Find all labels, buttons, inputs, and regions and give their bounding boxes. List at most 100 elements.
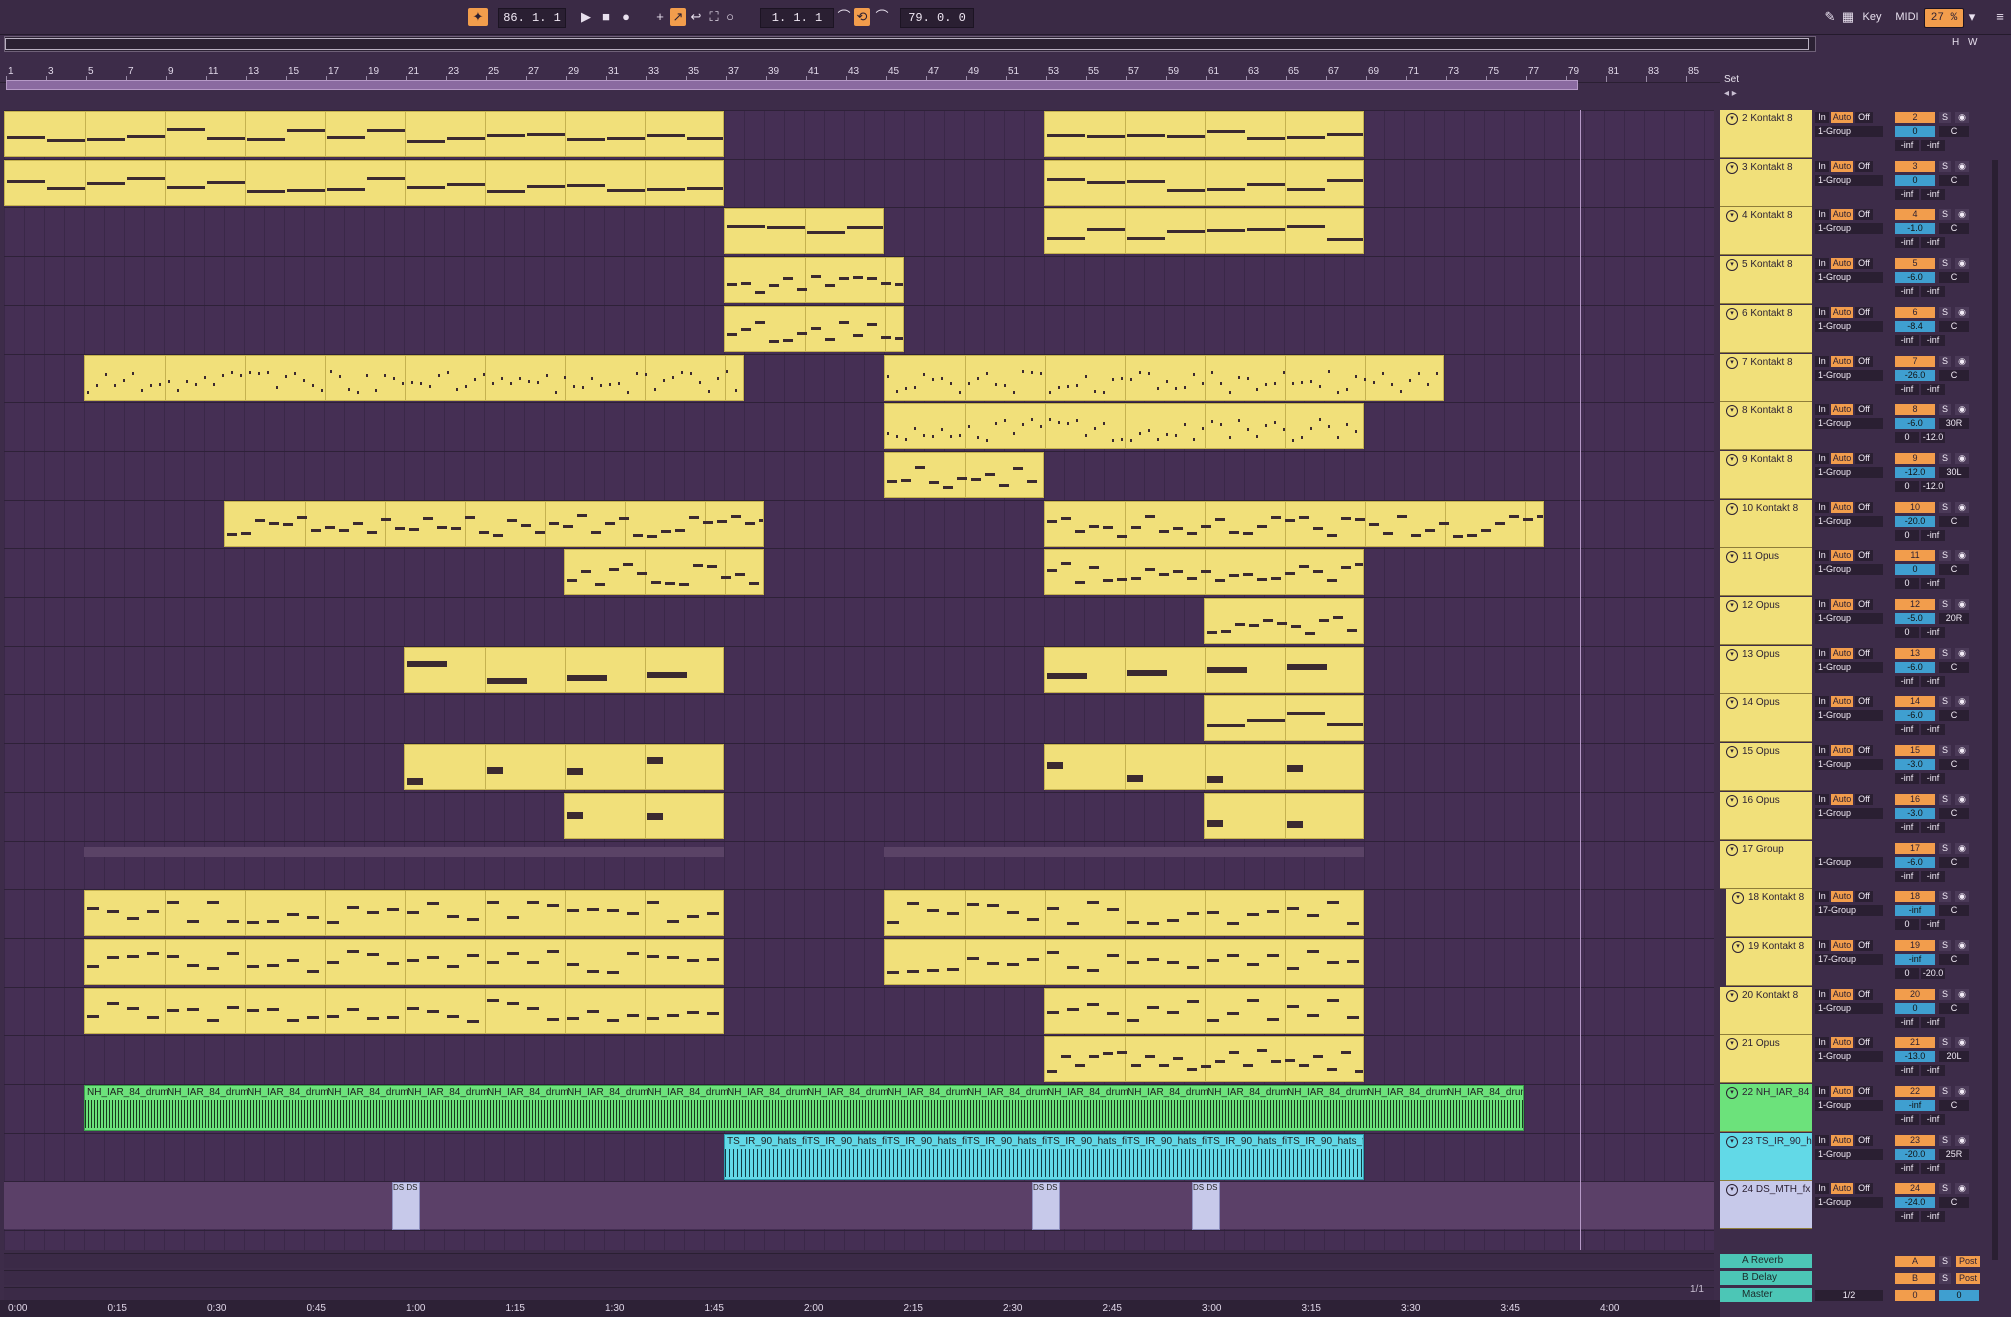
track-header[interactable]: ▾ 4 Kontakt 8 In Auto Off 1-Group 4 S ◉ -1.0 C -inf… bbox=[1720, 207, 2011, 256]
track-header[interactable]: ▾ 10 Kontakt 8 In Auto Off 1-Group 10 S ◉ -20.0 C 0… bbox=[1720, 499, 2011, 549]
chevron-down-icon[interactable]: ▾ bbox=[1964, 8, 1980, 26]
pan-knob[interactable]: 20L bbox=[1939, 1051, 1969, 1063]
track-activator-button[interactable]: 7 bbox=[1895, 355, 1935, 367]
track-header[interactable]: ▾ 15 Opus In Auto Off 1-Group 15 S ◉ -3.0 C -inf -in… bbox=[1720, 743, 2011, 792]
monitor-in-button[interactable]: In bbox=[1815, 939, 1829, 951]
pan-knob[interactable]: C bbox=[1939, 1197, 1969, 1209]
volume-slider[interactable]: -13.0 bbox=[1895, 1051, 1935, 1063]
volume-slider[interactable]: 0 bbox=[1895, 564, 1935, 576]
track-name[interactable]: ▾ 24 DS_MTH_fx bbox=[1720, 1181, 1812, 1230]
track-header[interactable]: ▾ 6 Kontakt 8 In Auto Off 1-Group 6 S ◉ -8.4 C -inf… bbox=[1720, 304, 2011, 354]
track-header[interactable]: ▾ 7 Kontakt 8 In Auto Off 1-Group 7 S ◉ -26.0 C -in… bbox=[1720, 353, 2011, 403]
draw-mode-icon[interactable]: ✎ bbox=[1822, 8, 1838, 26]
track-name[interactable]: ▾ 10 Kontakt 8 bbox=[1720, 499, 1812, 548]
vertical-scrollbar[interactable] bbox=[1992, 160, 1998, 1260]
monitor-off-button[interactable]: Off bbox=[1855, 1086, 1873, 1097]
fx-audio-clip[interactable]: DS DS bbox=[392, 1182, 420, 1231]
volume-slider[interactable]: -6.0 bbox=[1895, 856, 1935, 868]
track-name[interactable]: ▾ 16 Opus bbox=[1720, 791, 1812, 840]
monitor-auto-button[interactable]: Auto bbox=[1831, 988, 1853, 1000]
monitor-auto-button[interactable]: Auto bbox=[1831, 1134, 1853, 1146]
key-map-button[interactable]: Key bbox=[1858, 8, 1886, 26]
track-header[interactable]: ▾ 16 Opus In Auto Off 1-Group 16 S ◉ -3.0 C -inf -in… bbox=[1720, 791, 2011, 841]
automation-arm-icon[interactable]: ↗ bbox=[670, 8, 686, 26]
fold-icon[interactable]: ▾ bbox=[1726, 259, 1738, 272]
solo-button[interactable]: S bbox=[1939, 842, 1951, 854]
arm-record-icon[interactable]: ◉ bbox=[1955, 939, 1969, 951]
solo-button[interactable]: S bbox=[1939, 355, 1951, 367]
track-activator-button[interactable]: 21 bbox=[1895, 1037, 1935, 1049]
volume-slider[interactable]: -24.0 bbox=[1895, 1197, 1935, 1209]
volume-slider[interactable]: -3.0 bbox=[1895, 759, 1935, 771]
monitor-off-button[interactable]: Off bbox=[1855, 355, 1873, 367]
volume-slider[interactable]: -6.0 bbox=[1895, 418, 1935, 430]
return-solo-button[interactable]: S bbox=[1939, 1256, 1951, 1267]
track-activator-button[interactable]: 5 bbox=[1895, 258, 1935, 270]
arm-record-icon[interactable]: ◉ bbox=[1955, 842, 1969, 854]
track-name[interactable]: ▾ 18 Kontakt 8 bbox=[1726, 889, 1812, 938]
fold-icon[interactable]: ▾ bbox=[1726, 1184, 1738, 1197]
output-routing-select[interactable]: 1-Group bbox=[1815, 418, 1883, 430]
output-routing-select[interactable]: 1-Group bbox=[1815, 710, 1883, 722]
pan-knob[interactable]: C bbox=[1939, 126, 1969, 137]
output-routing-select[interactable]: 1-Group bbox=[1815, 223, 1883, 235]
midi-clip[interactable] bbox=[84, 987, 724, 1034]
overview-window[interactable] bbox=[5, 38, 1809, 50]
fold-icon[interactable]: ▾ bbox=[1726, 697, 1738, 710]
output-routing-select[interactable]: 1-Group bbox=[1815, 1148, 1883, 1160]
monitor-in-button[interactable]: In bbox=[1815, 306, 1829, 318]
track-activator-button[interactable]: 17 bbox=[1895, 842, 1935, 854]
fold-icon[interactable]: ▾ bbox=[1726, 307, 1738, 320]
pan-knob[interactable]: 30L bbox=[1939, 466, 1969, 478]
arm-record-icon[interactable]: ◉ bbox=[1955, 696, 1969, 708]
monitor-auto-button[interactable]: Auto bbox=[1831, 939, 1853, 951]
arm-record-icon[interactable]: ◉ bbox=[1955, 599, 1969, 610]
midi-map-button[interactable]: MIDI bbox=[1892, 8, 1922, 26]
return-activator-button[interactable]: A bbox=[1895, 1256, 1935, 1267]
volume-slider[interactable]: -6.0 bbox=[1895, 710, 1935, 722]
arm-record-icon[interactable]: ◉ bbox=[1955, 1086, 1969, 1097]
pan-knob[interactable]: C bbox=[1939, 953, 1969, 965]
output-routing-select[interactable]: 1-Group bbox=[1815, 174, 1883, 186]
monitor-auto-button[interactable]: Auto bbox=[1831, 112, 1853, 123]
monitor-auto-button[interactable]: Auto bbox=[1831, 452, 1853, 464]
track-activator-button[interactable]: 13 bbox=[1895, 647, 1935, 659]
monitor-auto-button[interactable]: Auto bbox=[1831, 306, 1853, 318]
solo-button[interactable]: S bbox=[1939, 1134, 1951, 1146]
monitor-auto-button[interactable]: Auto bbox=[1831, 160, 1853, 172]
midi-clip[interactable] bbox=[1044, 987, 1364, 1034]
overview-h-button[interactable]: H bbox=[1952, 37, 1959, 48]
capture-icon[interactable]: ⛶ bbox=[706, 8, 722, 26]
midi-clip[interactable] bbox=[4, 111, 724, 157]
volume-slider[interactable]: -6.0 bbox=[1895, 272, 1935, 284]
monitor-off-button[interactable]: Off bbox=[1855, 112, 1873, 123]
track-name[interactable]: ▾ 6 Kontakt 8 bbox=[1720, 304, 1812, 353]
midi-clip[interactable] bbox=[724, 257, 904, 304]
fold-icon[interactable]: ▾ bbox=[1726, 746, 1738, 759]
track-activator-button[interactable]: 22 bbox=[1895, 1086, 1935, 1097]
metronome-icon[interactable]: ✦ bbox=[468, 8, 488, 26]
fold-icon[interactable]: ▾ bbox=[1726, 551, 1738, 564]
monitor-auto-button[interactable]: Auto bbox=[1831, 404, 1853, 416]
pan-knob[interactable]: C bbox=[1939, 1002, 1969, 1014]
arm-record-icon[interactable]: ◉ bbox=[1955, 891, 1969, 903]
pan-knob[interactable]: C bbox=[1939, 223, 1969, 235]
fold-icon[interactable]: ▾ bbox=[1732, 892, 1744, 905]
monitor-auto-button[interactable]: Auto bbox=[1831, 599, 1853, 610]
midi-clip[interactable] bbox=[884, 403, 1364, 450]
monitor-auto-button[interactable]: Auto bbox=[1831, 891, 1853, 903]
track-name[interactable]: ▾ 21 Opus bbox=[1720, 1035, 1812, 1084]
monitor-in-button[interactable]: In bbox=[1815, 599, 1829, 610]
monitor-off-button[interactable]: Off bbox=[1855, 696, 1873, 708]
monitor-off-button[interactable]: Off bbox=[1855, 793, 1873, 805]
volume-slider[interactable]: -20.0 bbox=[1895, 1148, 1935, 1160]
pan-knob[interactable]: C bbox=[1939, 369, 1969, 381]
return-track-name[interactable]: A Reverb bbox=[1720, 1254, 1812, 1268]
pan-knob[interactable]: C bbox=[1939, 564, 1969, 576]
solo-button[interactable]: S bbox=[1939, 939, 1951, 951]
return-activator-button[interactable]: 0 bbox=[1895, 1290, 1935, 1301]
loop-length[interactable]: 79. 0. 0 bbox=[900, 8, 974, 28]
overview-w-button[interactable]: W bbox=[1968, 37, 1977, 48]
midi-clip[interactable] bbox=[84, 890, 724, 937]
solo-button[interactable]: S bbox=[1939, 306, 1951, 318]
